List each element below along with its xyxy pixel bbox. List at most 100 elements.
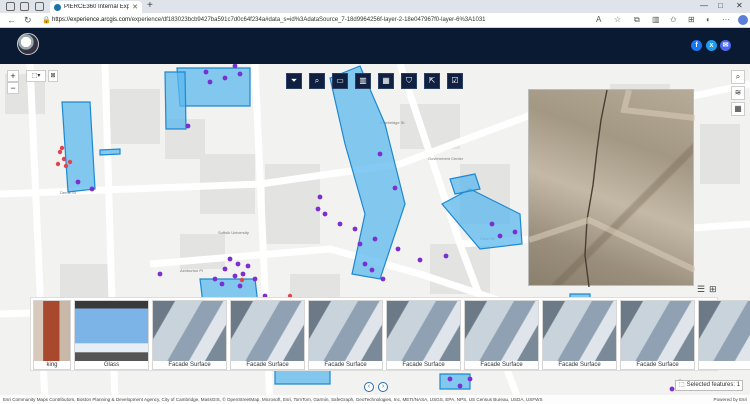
back-icon[interactable]: ← — [7, 15, 16, 25]
shield-icon: ⛉ — [406, 76, 412, 85]
checklist-icon: ☑ — [451, 76, 459, 85]
export-button[interactable]: ⇱ — [424, 73, 440, 89]
gallery-card[interactable]: Facade Surface — [542, 300, 617, 370]
email-share-icon[interactable]: ✉ — [720, 40, 731, 51]
basemap-grid-icon: ▦ — [734, 104, 742, 113]
gallery-card[interactable]: Facade Surface — [230, 300, 305, 370]
grid-view-icon[interactable]: ⊞ — [709, 284, 717, 295]
gallery-prev-button[interactable]: ‹ — [364, 382, 374, 392]
profile-avatar[interactable] — [738, 15, 748, 25]
url-path: /experience/df183023bcb9427ba591c7d0c64f… — [130, 17, 486, 23]
url-host: https://experience.arcgis.com — [52, 17, 131, 23]
clear-selection-button[interactable]: ⊠ — [48, 70, 58, 82]
map-search-button[interactable]: ⌕ — [731, 70, 745, 84]
workspaces-icon[interactable] — [6, 2, 15, 11]
gallery-card[interactable]: Facade Surface — [152, 300, 227, 370]
selection-icon: ⬚ — [679, 382, 685, 388]
search-button[interactable]: ⌕ — [309, 73, 325, 89]
gallery-card-label: Facade Surface — [480, 362, 523, 368]
chevron-right-icon: › — [381, 383, 385, 390]
export-icon: ⇱ — [428, 76, 436, 85]
filter-button[interactable]: ⏷ — [286, 73, 302, 89]
gallery-card[interactable]: Facade Surface — [464, 300, 539, 370]
chart-button[interactable]: ▥ — [355, 73, 371, 89]
gallery-card[interactable]: Facade Surface — [386, 300, 461, 370]
tab-title: PIERCE360 Internal Experience — [64, 4, 130, 10]
reader-view-icon[interactable]: A — [596, 15, 601, 24]
facebook-icon[interactable]: f — [691, 40, 702, 51]
table-button[interactable]: ▦ — [378, 73, 394, 89]
gallery-card[interactable] — [698, 300, 750, 370]
address-bar: ← ↻ 🔒 https://experience.arcgis.com/expe… — [0, 13, 750, 28]
folder-button[interactable]: ▭ — [332, 73, 348, 89]
collections-icon[interactable]: ⊞ — [688, 15, 695, 24]
gallery-card-label: king — [46, 362, 58, 368]
photo-gallery: king Glass Facade Surface Facade Surface Fac… — [30, 297, 750, 371]
bar-chart-icon: ▥ — [359, 76, 367, 85]
table-icon: ▦ — [382, 76, 390, 85]
street-label: Ashburton Pl — [180, 268, 203, 273]
gallery-card-label: Facade Surface — [636, 362, 679, 368]
maximize-icon[interactable]: □ — [718, 1, 723, 10]
gallery-card-image — [231, 301, 304, 361]
gallery-card-image — [75, 301, 148, 361]
vertical-tabs-icon[interactable] — [35, 2, 44, 11]
filter-icon: ⏷ — [290, 76, 298, 85]
gallery-card[interactable]: Facade Surface — [308, 300, 383, 370]
gallery-card-image — [153, 301, 226, 361]
chevron-left-icon: ‹ — [367, 383, 371, 390]
map-attribution: Esri Community Maps Contributors, Boston… — [0, 395, 750, 404]
gallery-card[interactable]: king — [33, 300, 71, 370]
feature-photo[interactable] — [528, 89, 697, 288]
close-window-icon[interactable]: ✕ — [736, 1, 743, 10]
shield-button[interactable]: ⛉ — [401, 73, 417, 89]
zoom-out-button[interactable]: − — [7, 82, 19, 94]
new-tab-icon[interactable]: + — [147, 0, 153, 11]
favorites-icon[interactable]: ✩ — [670, 15, 677, 24]
browser-tab-bar: PIERCE360 Internal Experience ✕ + — □ ✕ — [0, 0, 750, 13]
copilot-icon[interactable]: ◐ — [706, 15, 711, 24]
gallery-card-image — [699, 301, 750, 361]
gallery-card[interactable]: Facade Surface — [620, 300, 695, 370]
extensions-icon[interactable]: ⧉ — [634, 15, 640, 25]
browser-tab-active[interactable]: PIERCE360 Internal Experience ✕ — [50, 1, 142, 13]
gallery-card-label: Facade Surface — [402, 362, 445, 368]
zoom-in-button[interactable]: + — [7, 70, 19, 82]
minimize-icon[interactable]: — — [700, 1, 708, 10]
refresh-icon[interactable]: ↻ — [24, 15, 32, 26]
x-share-icon[interactable]: x — [706, 40, 717, 51]
url-field[interactable]: https://experience.arcgis.com/experience… — [52, 15, 572, 26]
street-label: Government Center — [428, 156, 464, 161]
gallery-card-image — [543, 301, 616, 361]
arcgis-favicon-icon — [54, 3, 61, 11]
street-label: Suffolk University — [218, 230, 249, 235]
gallery-card-image — [465, 301, 538, 361]
gallery-card-image — [387, 301, 460, 361]
selected-features-indicator[interactable]: ⬚ Selected features: 1 — [675, 380, 743, 391]
checklist-button[interactable]: ☑ — [447, 73, 463, 89]
select-icon: ⬚▾ — [31, 73, 41, 79]
tab-close-icon[interactable]: ✕ — [132, 3, 138, 11]
search-icon: ⌕ — [735, 72, 741, 81]
folder-icon: ▭ — [336, 76, 344, 85]
favorite-star-icon[interactable]: ☆ — [614, 15, 621, 24]
crack-drawing — [528, 89, 697, 288]
powered-by-esri[interactable]: Powered by Esri — [713, 395, 747, 404]
gallery-card[interactable]: Glass — [74, 300, 149, 370]
select-tool-button[interactable]: ⬚▾ — [26, 70, 46, 82]
gallery-card-image — [621, 301, 694, 361]
more-icon[interactable]: ··· — [722, 15, 730, 24]
attribution-text: Esri Community Maps Contributors, Boston… — [3, 397, 543, 402]
list-view-icon[interactable]: ☰ — [697, 284, 705, 295]
layers-button[interactable]: ≋ — [731, 86, 745, 100]
tab-actions-icon[interactable] — [20, 2, 29, 11]
lock-icon[interactable]: 🔒 — [42, 16, 51, 24]
gallery-card-label: Facade Surface — [168, 362, 211, 368]
layers-icon: ≋ — [734, 88, 742, 97]
split-screen-icon[interactable]: ▥ — [652, 15, 660, 24]
basemap-gallery-button[interactable]: ▦ — [731, 102, 745, 116]
gallery-next-button[interactable]: › — [378, 382, 388, 392]
search-icon: ⌕ — [314, 76, 320, 85]
clear-selection-icon: ⊠ — [50, 73, 56, 79]
gallery-card-label: Facade Surface — [324, 362, 367, 368]
